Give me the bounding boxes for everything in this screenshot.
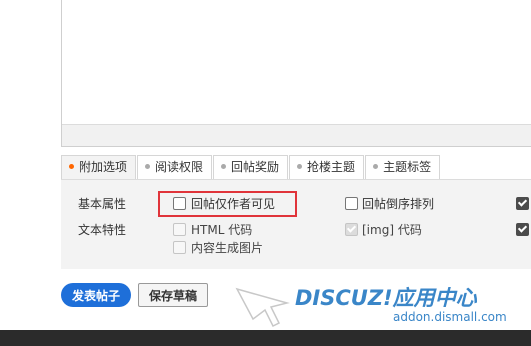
editor-resize-bar[interactable] xyxy=(62,124,531,146)
tab-rush-reply[interactable]: 抢楼主题 xyxy=(289,155,365,180)
tab-label: 回帖奖励 xyxy=(231,160,280,174)
tab-label: 抢楼主题 xyxy=(307,160,356,174)
dot-icon xyxy=(69,164,74,169)
dot-icon xyxy=(297,164,303,169)
check-icon xyxy=(346,223,357,233)
dot-icon xyxy=(145,164,151,169)
tab-label: 主题标签 xyxy=(383,160,432,174)
img-code-label[interactable]: [img] 代码 xyxy=(362,221,422,238)
watermark: DISCUZ!应用中心 addon.dismall.com xyxy=(235,281,531,331)
html-code-checkbox[interactable] xyxy=(173,223,186,236)
dot-icon xyxy=(373,164,379,169)
cursor-arrow-icon xyxy=(235,287,290,328)
publish-button[interactable]: 发表帖子 xyxy=(61,283,131,307)
save-draft-button[interactable]: 保存草稿 xyxy=(138,283,208,307)
editor-area[interactable] xyxy=(61,0,531,147)
editor-textarea[interactable] xyxy=(62,0,531,124)
check-icon xyxy=(517,197,528,207)
option-tabs: 附加选项 阅读权限 回帖奖励 抢楼主题 主题标签 xyxy=(61,155,441,180)
text-features-label: 文本特性 xyxy=(78,223,127,237)
content-image-label[interactable]: 内容生成图片 xyxy=(191,239,263,256)
img-code-checkbox[interactable] xyxy=(345,223,358,236)
extra-option-checkbox[interactable] xyxy=(516,197,529,210)
basic-attributes-label: 基本属性 xyxy=(78,197,127,211)
footer-bar xyxy=(0,330,531,346)
tab-reply-reward[interactable]: 回帖奖励 xyxy=(213,155,289,180)
watermark-brand: DISCUZ!应用中心 xyxy=(295,286,477,310)
post-editor-page: 附加选项 阅读权限 回帖奖励 抢楼主题 主题标签 基本属性 回帖仅作者可见 回帖… xyxy=(0,0,531,346)
extra-option-checkbox-2[interactable] xyxy=(516,223,529,236)
check-icon xyxy=(517,223,528,233)
dot-icon xyxy=(221,164,227,169)
tab-label: 阅读权限 xyxy=(155,160,204,174)
tab-label: 附加选项 xyxy=(79,160,128,174)
tab-read-permission[interactable]: 阅读权限 xyxy=(137,155,213,180)
content-image-checkbox[interactable] xyxy=(173,241,186,254)
highlight-box xyxy=(158,191,297,217)
watermark-url: addon.dismall.com xyxy=(393,310,507,324)
reply-reverse-order-label[interactable]: 回帖倒序排列 xyxy=(362,195,434,212)
tab-extra-options[interactable]: 附加选项 xyxy=(61,155,137,180)
reply-reverse-order-checkbox[interactable] xyxy=(345,197,358,210)
html-code-label[interactable]: HTML 代码 xyxy=(191,221,252,238)
tab-thread-tags[interactable]: 主题标签 xyxy=(365,155,441,180)
